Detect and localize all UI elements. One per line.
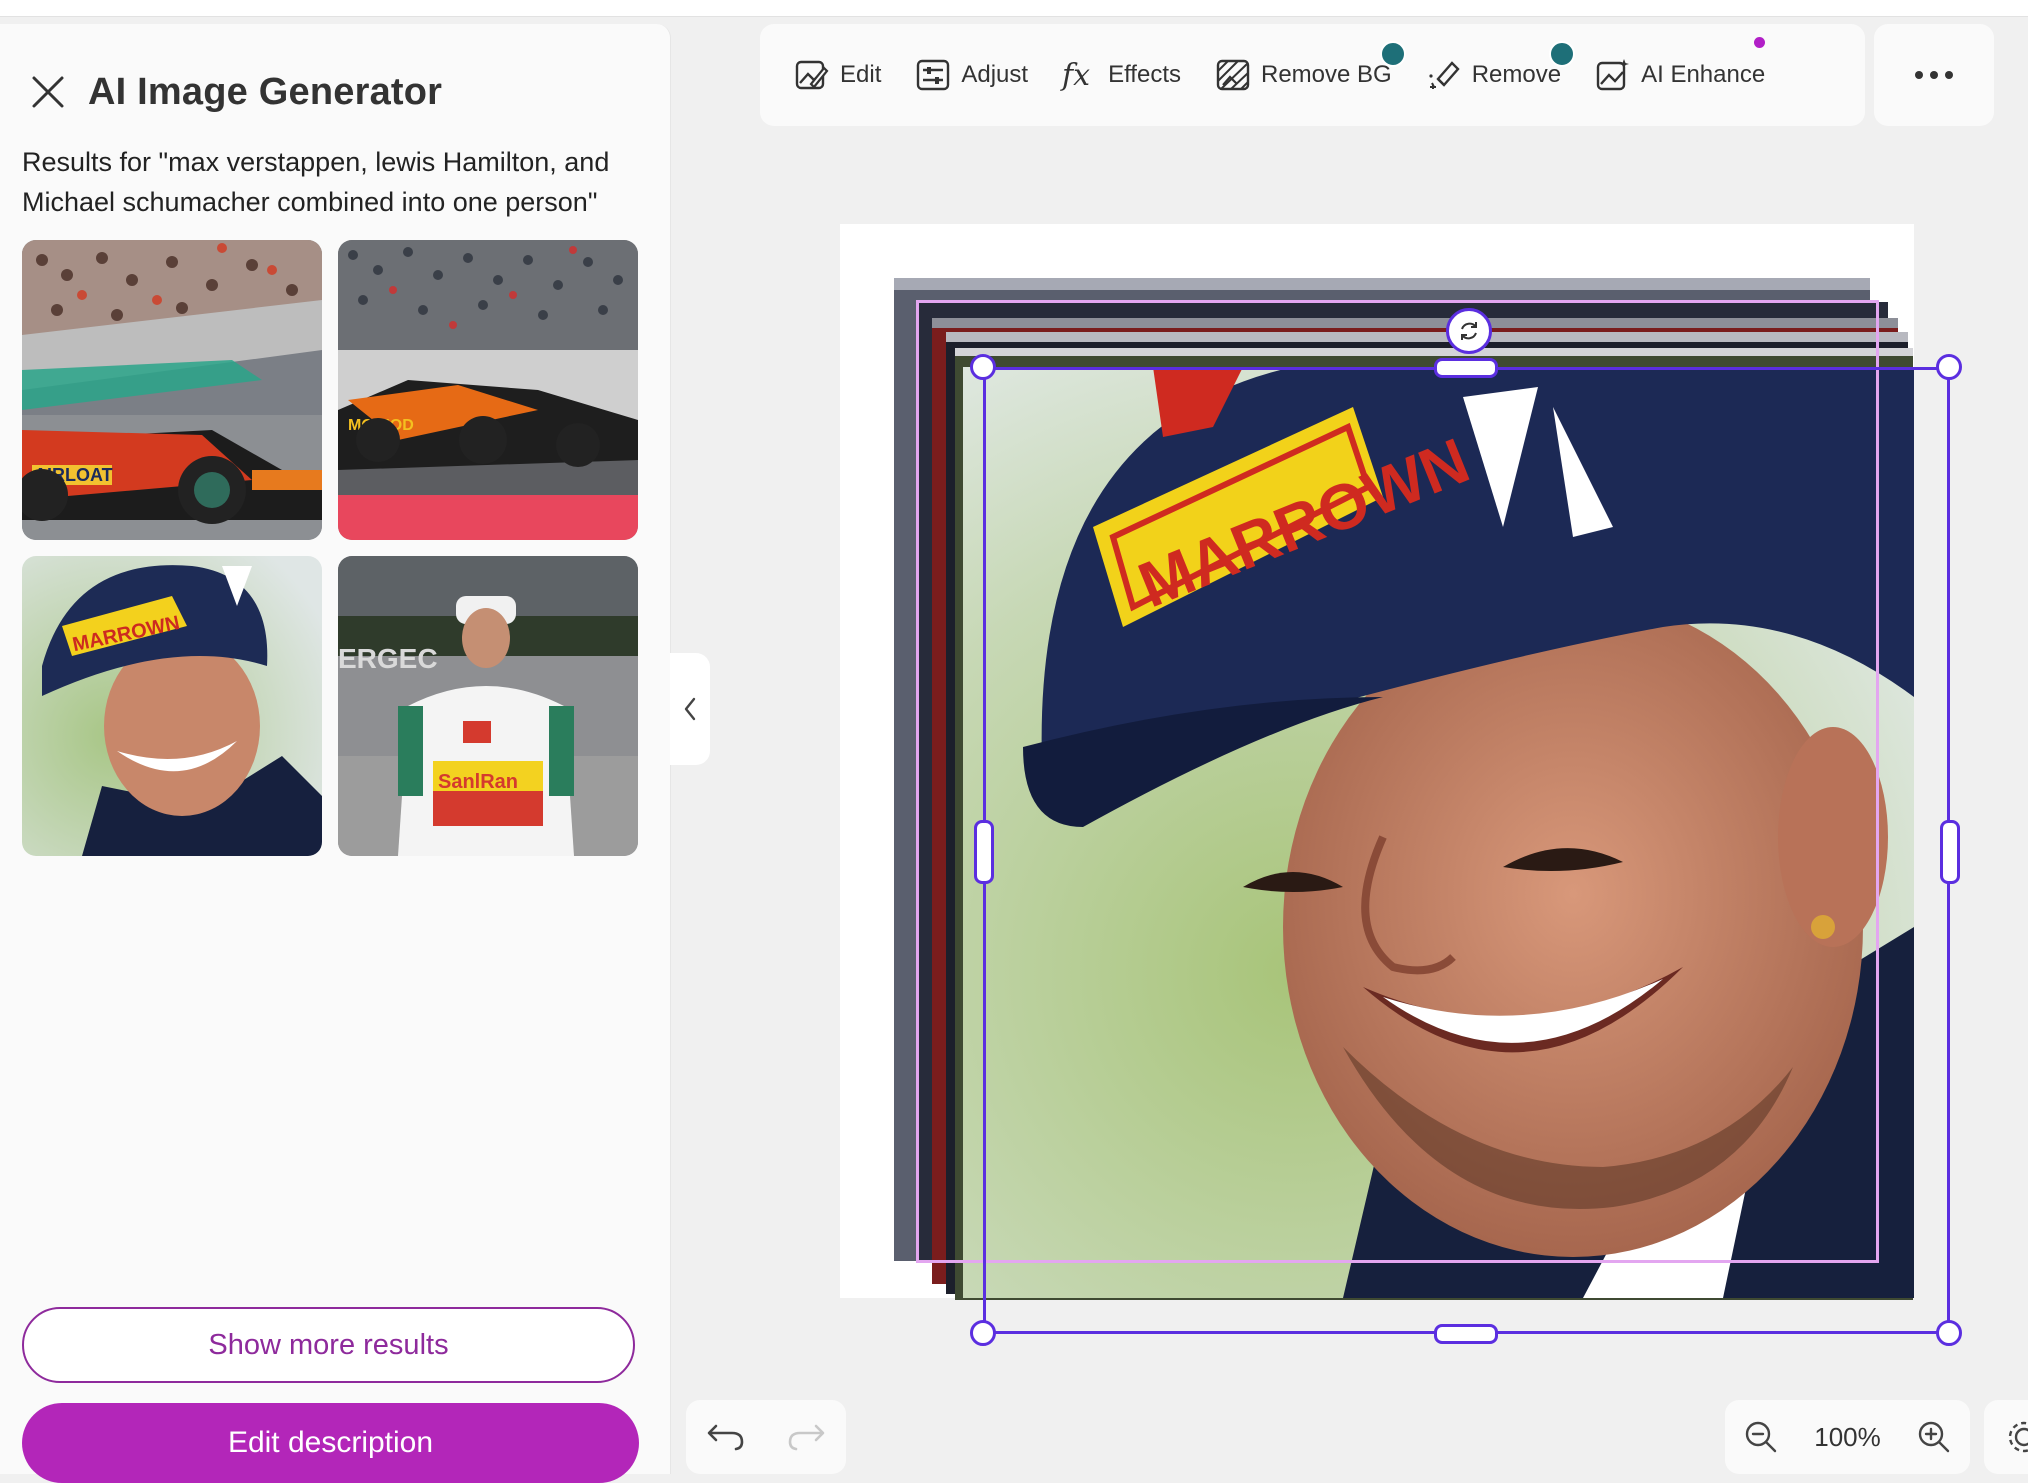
settings-button[interactable] (1984, 1400, 2028, 1474)
tool-label: Remove (1471, 61, 1562, 88)
tool-label: Adjust (961, 61, 1029, 88)
edit-description-button[interactable]: Edit description (22, 1403, 639, 1483)
svg-text:ERGEC: ERGEC (338, 643, 438, 674)
result-thumbnail-4[interactable]: ERGEC SanlRan (338, 556, 638, 856)
tool-label: Remove BG (1261, 61, 1392, 88)
results-caption: Results for "max verstappen, lewis Hamil… (22, 147, 610, 217)
new-feature-dot-icon (1754, 37, 1766, 48)
resize-handle-top-right[interactable] (1936, 354, 1962, 380)
resize-handle-top[interactable] (1434, 358, 1498, 378)
tool-edit[interactable]: Edit (792, 45, 881, 105)
tool-adjust[interactable]: Adjust (913, 45, 1028, 105)
tool-effects[interactable]: fx Effects (1060, 45, 1181, 105)
image-toolbar: Edit Adjust fx Effects Remove BG Remove … (760, 24, 1865, 126)
collapse-panel-button[interactable] (670, 653, 710, 765)
ai-image-generator-panel: AI Image Generator Results for "max vers… (0, 24, 671, 1483)
history-controls (686, 1400, 846, 1474)
redo-icon[interactable] (786, 1422, 826, 1452)
fx-icon: fx (1060, 55, 1100, 95)
panel-title: AI Image Generator (88, 70, 443, 113)
chevron-left-icon (684, 697, 696, 721)
zoom-in-icon[interactable] (1916, 1419, 1952, 1455)
rotate-handle[interactable] (1446, 308, 1492, 354)
zoom-controls: 100% (1725, 1400, 1970, 1474)
tool-label: Edit (840, 61, 882, 88)
gear-icon (2008, 1421, 2028, 1453)
resize-handle-right[interactable] (1940, 820, 1960, 884)
tool-ai-enhance[interactable]: AI Enhance (1593, 37, 1766, 105)
tool-label: AI Enhance (1641, 61, 1766, 88)
ai-enhance-icon (1593, 55, 1633, 95)
edit-image-icon (792, 55, 832, 95)
premium-badge-icon (1379, 41, 1406, 67)
rotate-icon (1461, 322, 1477, 340)
more-horizontal-icon (1915, 71, 1953, 79)
adjust-sliders-icon (913, 55, 953, 95)
premium-badge-icon (1549, 41, 1576, 67)
top-strip (0, 0, 2028, 17)
resize-handle-top-left[interactable] (970, 354, 996, 380)
resize-handle-bottom[interactable] (1434, 1324, 1498, 1344)
undo-icon[interactable] (706, 1422, 746, 1452)
result-thumbnail-1[interactable]: AIRLOAT (22, 240, 322, 540)
selection-box[interactable] (983, 367, 1950, 1334)
zoom-level: 100% (1814, 1421, 1881, 1452)
remove-bg-icon (1213, 55, 1253, 95)
zoom-out-icon[interactable] (1743, 1419, 1779, 1455)
result-thumbnail-2[interactable]: MOBIOD (338, 240, 638, 540)
eraser-sparkle-icon (1424, 55, 1464, 95)
resize-handle-bottom-right[interactable] (1936, 1320, 1962, 1346)
svg-text:fx: fx (1060, 58, 1090, 93)
tool-remove[interactable]: Remove (1424, 41, 1576, 105)
tool-remove-bg[interactable]: Remove BG (1213, 41, 1406, 105)
show-more-results-button[interactable]: Show more results (22, 1307, 635, 1383)
close-icon[interactable] (26, 70, 70, 114)
resize-handle-left[interactable] (974, 820, 994, 884)
tool-label: Effects (1108, 61, 1181, 88)
results-grid: AIRLOAT MOB (22, 240, 639, 856)
more-options-button[interactable] (1874, 24, 1994, 126)
panel-header: AI Image Generator (26, 62, 442, 122)
resize-handle-bottom-left[interactable] (970, 1320, 996, 1346)
svg-text:SanlRan: SanlRan (438, 771, 518, 793)
result-thumbnail-3[interactable]: MARROWN (22, 556, 322, 856)
